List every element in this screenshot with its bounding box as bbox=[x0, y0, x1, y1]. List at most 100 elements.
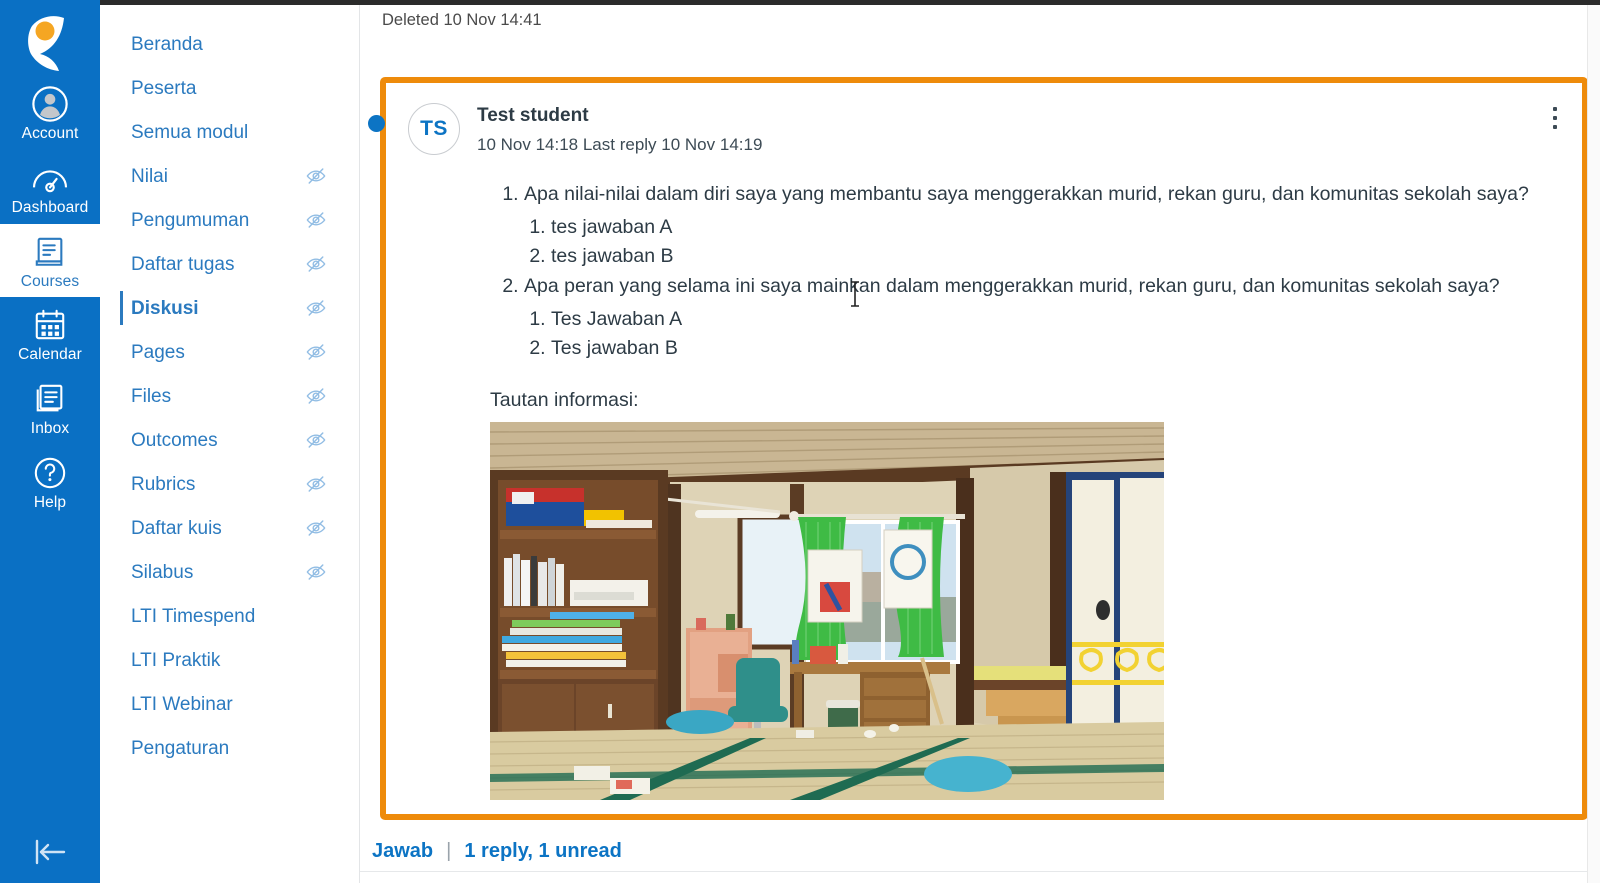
page-scrollbar[interactable] bbox=[1587, 5, 1600, 883]
inbox-icon bbox=[30, 380, 70, 418]
user-circle-icon bbox=[30, 85, 70, 123]
sidebar-item-daftar-kuis[interactable]: Daftar kuis bbox=[100, 506, 359, 550]
list-item: Apa nilai-nilai dalam diri saya yang mem… bbox=[524, 180, 1560, 271]
eye-slash-icon bbox=[305, 209, 327, 231]
eye-slash-icon bbox=[305, 385, 327, 407]
unread-dot[interactable] bbox=[368, 114, 385, 132]
gnav-item-courses[interactable]: Courses bbox=[0, 223, 100, 298]
gnav-label: Calendar bbox=[18, 346, 82, 364]
cnav-label: Semua modul bbox=[131, 121, 249, 143]
gnav-label: Courses bbox=[20, 272, 80, 290]
sidebar-item-files[interactable]: Files bbox=[100, 374, 359, 418]
bottom-divider bbox=[360, 871, 1600, 872]
answer-list: Tes Jawaban A Tes jawaban B bbox=[524, 305, 1560, 363]
sidebar-item-nilai[interactable]: Nilai bbox=[100, 154, 359, 198]
sidebar-item-pengumuman[interactable]: Pengumuman bbox=[100, 198, 359, 242]
list-item: Tes Jawaban A bbox=[551, 305, 1560, 334]
cnav-label: Daftar kuis bbox=[131, 517, 222, 539]
reply-bar: Jawab | 1 reply, 1 unread bbox=[372, 830, 622, 872]
eye-slash-icon bbox=[305, 297, 327, 319]
cnav-label: LTI Praktik bbox=[131, 649, 221, 671]
question-list: Apa nilai-nilai dalam diri saya yang mem… bbox=[488, 180, 1560, 363]
eye-slash-icon bbox=[305, 165, 327, 187]
discussion-entry-card[interactable]: TS Test student 10 Nov 14:18 Last reply … bbox=[380, 76, 1588, 821]
sidebar-item-pages[interactable]: Pages bbox=[100, 330, 359, 374]
browser-top-strip bbox=[100, 0, 1600, 5]
dashboard-icon bbox=[30, 159, 70, 197]
discussion-entry-wrapper: TS Test student 10 Nov 14:18 Last reply … bbox=[368, 76, 1588, 821]
sidebar-item-beranda[interactable]: Beranda bbox=[100, 22, 359, 66]
gnav-item-inbox[interactable]: Inbox bbox=[0, 371, 100, 445]
question-text: Apa peran yang selama ini saya mainkan d… bbox=[524, 275, 1500, 298]
sidebar-item-rubrics[interactable]: Rubrics bbox=[100, 462, 359, 506]
answer-list: tes jawaban A tes jawaban B bbox=[524, 213, 1560, 271]
cnav-label: Daftar tugas bbox=[131, 253, 235, 275]
entry-header-text: Test student 10 Nov 14:18 Last reply 10 … bbox=[477, 101, 762, 158]
cnav-label: Pengumuman bbox=[131, 209, 250, 231]
author-name: Test student bbox=[477, 104, 589, 126]
cnav-label: Nilai bbox=[131, 165, 168, 187]
list-item: Apa peran yang selama ini saya mainkan d… bbox=[524, 272, 1560, 363]
cnav-label: Silabus bbox=[131, 561, 194, 583]
sidebar-item-daftar-tugas[interactable]: Daftar tugas bbox=[100, 242, 359, 286]
sidebar-item-pengaturan[interactable]: Pengaturan bbox=[100, 726, 359, 770]
list-item: Tes jawaban B bbox=[551, 334, 1560, 363]
gnav-item-dashboard[interactable]: Dashboard bbox=[0, 150, 100, 224]
cnav-label: Outcomes bbox=[131, 429, 218, 451]
kebab-dot bbox=[1553, 106, 1557, 111]
sidebar-item-lti-praktik[interactable]: LTI Praktik bbox=[100, 638, 359, 682]
reply-count-link[interactable]: 1 reply, 1 unread bbox=[464, 840, 621, 863]
text-cursor bbox=[849, 281, 861, 307]
question-text: Apa nilai-nilai dalam diri saya yang mem… bbox=[524, 182, 1529, 205]
sidebar-item-outcomes[interactable]: Outcomes bbox=[100, 418, 359, 462]
link-label: Tautan informasi: bbox=[490, 389, 639, 412]
sidebar-item-diskusi[interactable]: Diskusi bbox=[100, 286, 359, 330]
cnav-label: LTI Timespend bbox=[131, 605, 256, 627]
gnav-item-help[interactable]: Help bbox=[0, 445, 100, 519]
reply-button[interactable]: Jawab bbox=[372, 840, 433, 863]
calendar-icon bbox=[30, 306, 70, 344]
entry-header: TS Test student 10 Nov 14:18 Last reply … bbox=[408, 101, 1560, 158]
gnav-item-calendar[interactable]: Calendar bbox=[0, 297, 100, 371]
cnav-label: Peserta bbox=[131, 77, 197, 99]
question-mark-icon bbox=[30, 454, 70, 492]
eye-slash-icon bbox=[305, 517, 327, 539]
cnav-label: Diskusi bbox=[131, 297, 199, 319]
avatar[interactable]: TS bbox=[408, 102, 460, 155]
sidebar-item-lti-timespend[interactable]: LTI Timespend bbox=[100, 594, 359, 638]
cnav-label: Beranda bbox=[131, 33, 203, 55]
global-navigation: Account Dashboard Courses Calendar Inbox… bbox=[0, 0, 100, 883]
eye-slash-icon bbox=[305, 341, 327, 363]
eye-slash-icon bbox=[305, 429, 327, 451]
sidebar-item-silabus[interactable]: Silabus bbox=[100, 550, 359, 594]
list-item: tes jawaban B bbox=[551, 242, 1560, 271]
more-options-icon[interactable] bbox=[1544, 101, 1566, 135]
kebab-dot bbox=[1553, 124, 1557, 129]
sidebar-item-semua-modul[interactable]: Semua modul bbox=[100, 110, 359, 154]
entry-timestamps: 10 Nov 14:18 Last reply 10 Nov 14:19 bbox=[477, 135, 763, 155]
cnav-label: LTI Webinar bbox=[131, 693, 233, 715]
kebab-dot bbox=[1553, 115, 1557, 120]
sidebar-item-lti-webinar[interactable]: LTI Webinar bbox=[100, 682, 359, 726]
eye-slash-icon bbox=[305, 473, 327, 495]
courses-book-icon bbox=[30, 233, 70, 271]
cnav-label: Rubrics bbox=[131, 473, 196, 495]
gnav-label: Inbox bbox=[30, 420, 70, 438]
collapse-left-arrow-icon[interactable] bbox=[0, 821, 100, 883]
list-item: tes jawaban A bbox=[551, 213, 1560, 242]
course-navigation: Beranda Peserta Semua modul Nilai Pengum… bbox=[100, 0, 360, 883]
gnav-label: Help bbox=[33, 494, 67, 512]
gnav-item-account[interactable]: Account bbox=[0, 76, 100, 150]
cnav-label: Files bbox=[131, 385, 172, 407]
japanese-tatami-room-illustration[interactable] bbox=[490, 422, 1164, 801]
cnav-label: Pages bbox=[131, 341, 185, 363]
sidebar-item-peserta[interactable]: Peserta bbox=[100, 66, 359, 110]
canvas-logo[interactable] bbox=[18, 14, 82, 76]
eye-slash-icon bbox=[305, 253, 327, 275]
cnav-label: Pengaturan bbox=[131, 737, 230, 759]
entry-body: Apa nilai-nilai dalam diri saya yang mem… bbox=[408, 158, 1560, 801]
discussion-main: Deleted 10 Nov 14:41 TS Test student 10 … bbox=[360, 0, 1600, 883]
canvas-discussion-page: Account Dashboard Courses Calendar Inbox… bbox=[0, 0, 1600, 883]
gnav-label: Account bbox=[21, 125, 79, 142]
gnav-label: Dashboard bbox=[11, 198, 89, 216]
